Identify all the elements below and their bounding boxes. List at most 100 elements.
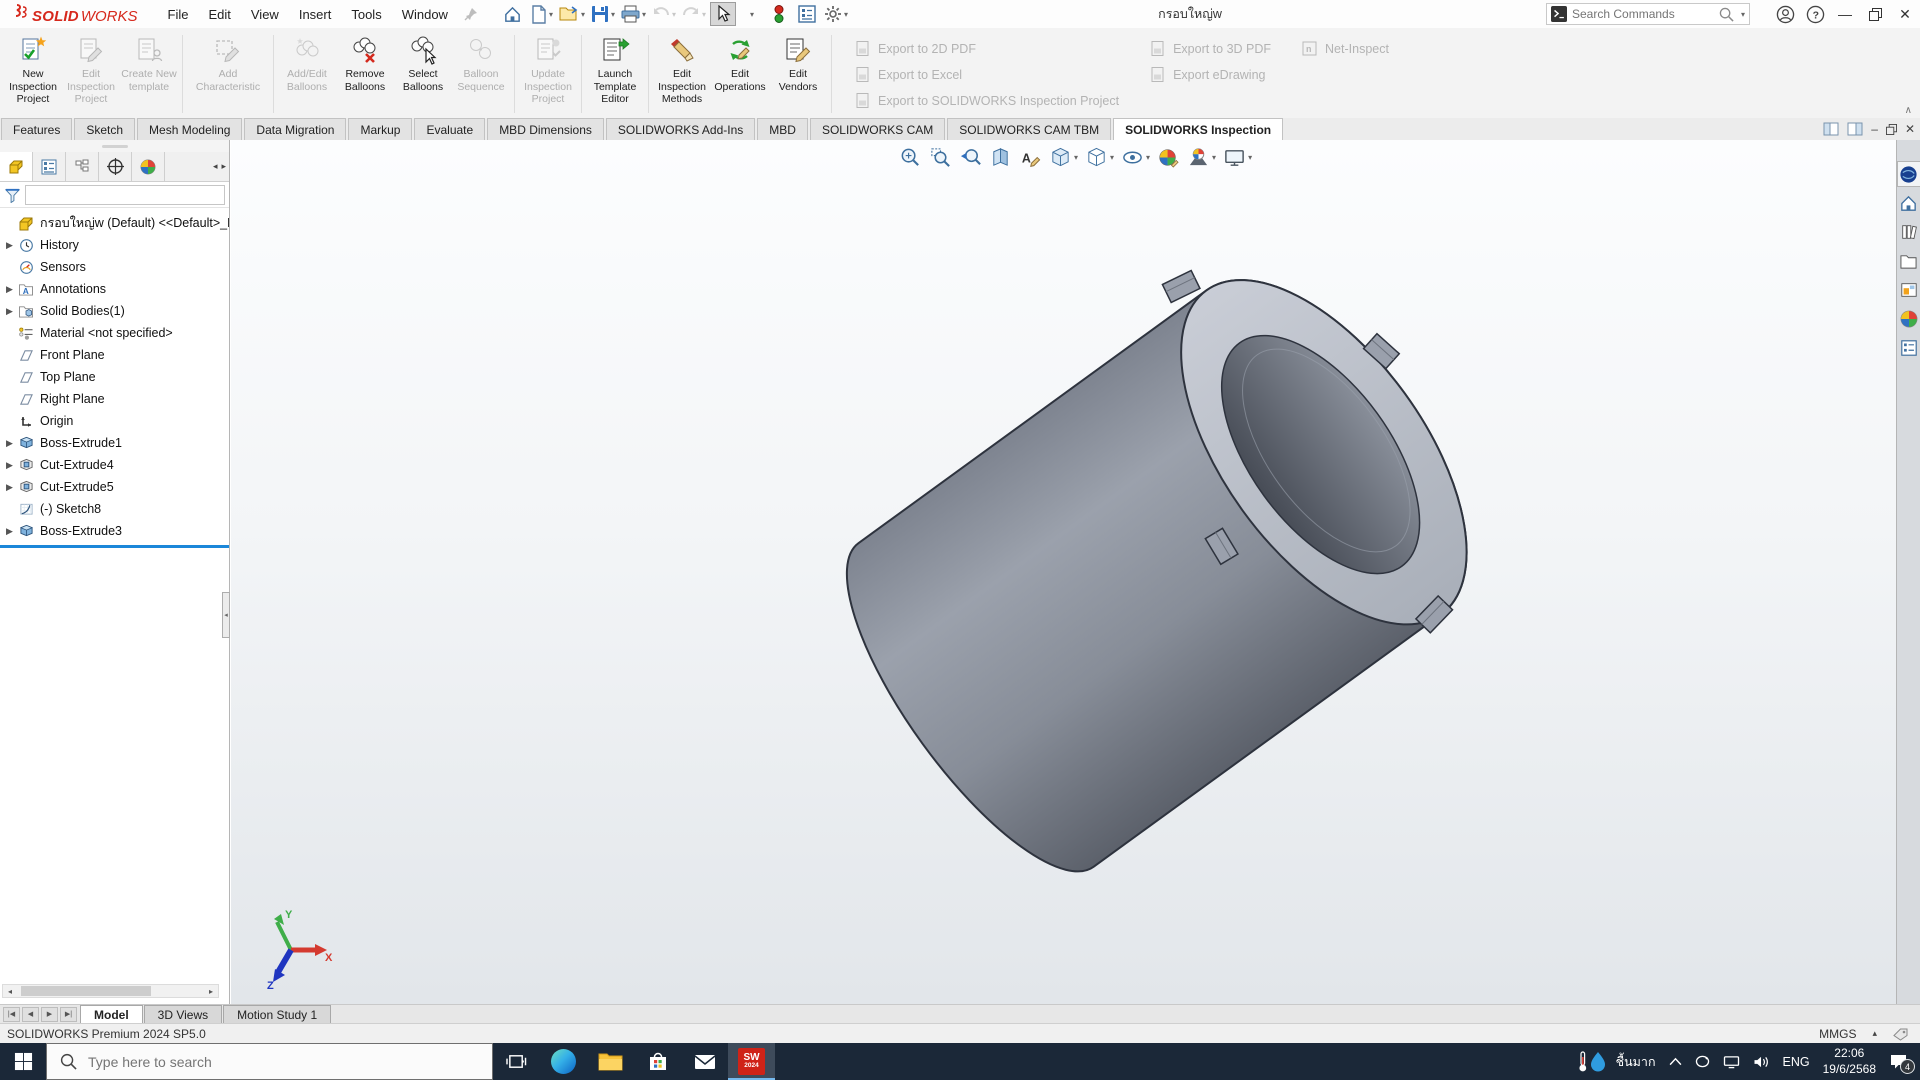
- annotation-views-button[interactable]: A: [1017, 144, 1044, 170]
- add-characteristic-button[interactable]: Add Characteristic: [187, 30, 269, 118]
- doc-minimize-icon[interactable]: –: [1871, 122, 1878, 136]
- pane-left-icon[interactable]: [1823, 122, 1839, 136]
- apply-scene-caret[interactable]: ▾: [1212, 153, 1216, 162]
- expand-arrow-icon[interactable]: ▶: [3, 460, 16, 471]
- solidworks-app-button[interactable]: SW2024: [728, 1043, 775, 1080]
- design-library-button[interactable]: [1898, 220, 1920, 244]
- expand-arrow-icon[interactable]: ▶: [3, 240, 16, 251]
- tree-filter-input[interactable]: [25, 185, 225, 205]
- property-manager-tab[interactable]: [33, 152, 66, 181]
- doc-close-icon[interactable]: ✕: [1905, 122, 1915, 136]
- account-button[interactable]: [1770, 0, 1800, 28]
- traffic-light-icon[interactable]: [766, 2, 792, 26]
- tree-item-origin[interactable]: Origin: [0, 410, 229, 432]
- view-settings-caret[interactable]: ▾: [1248, 153, 1252, 162]
- display-manager-tab[interactable]: [132, 152, 165, 181]
- language-indicator[interactable]: ENG: [1783, 1055, 1810, 1069]
- tree-root-item[interactable]: กรอบใหญ่w (Default) <<Default>_Displ: [0, 212, 229, 234]
- tab-mbd-dimensions[interactable]: MBD Dimensions: [487, 118, 604, 140]
- undo-button[interactable]: ▾: [650, 2, 678, 26]
- hide-show-caret[interactable]: ▾: [1146, 153, 1150, 162]
- panel-splitter-handle[interactable]: ◂: [222, 592, 230, 638]
- search-commands-box[interactable]: ▾: [1546, 3, 1750, 25]
- add-edit-balloons-button[interactable]: Add/Edit Balloons: [278, 30, 336, 118]
- units-caret-icon[interactable]: ▴: [1872, 1028, 1877, 1039]
- pane-right-icon[interactable]: [1847, 122, 1863, 136]
- mail-button[interactable]: [681, 1043, 728, 1080]
- network-icon[interactable]: [1723, 1055, 1740, 1069]
- view-settings-button[interactable]: ▾: [1221, 144, 1254, 170]
- tab-sketch[interactable]: Sketch: [74, 118, 135, 140]
- export-solidworks-inspection-project-button[interactable]: Export to SOLIDWORKS Inspection Project: [854, 92, 1119, 109]
- display-style-caret[interactable]: ▾: [1110, 153, 1114, 162]
- tab-model[interactable]: Model: [80, 1005, 143, 1023]
- select-balloons-button[interactable]: Select Balloons: [394, 30, 452, 118]
- units-selector[interactable]: MMGS: [1819, 1027, 1856, 1041]
- edit-vendors-button[interactable]: Edit Vendors: [769, 30, 827, 118]
- balloon-sequence-button[interactable]: Balloon Sequence: [452, 30, 510, 118]
- expand-arrow-icon[interactable]: ▶: [3, 284, 16, 295]
- scroll-thumb[interactable]: [21, 986, 151, 996]
- remove-balloons-button[interactable]: Remove Balloons: [336, 30, 394, 118]
- apply-scene-button[interactable]: ▾: [1185, 144, 1218, 170]
- search-commands-input[interactable]: [1572, 7, 1714, 21]
- select-dropdown-caret[interactable]: ▾: [738, 2, 764, 26]
- tab-solidworks-cam[interactable]: SOLIDWORKS CAM: [810, 118, 945, 140]
- action-center-button[interactable]: 4: [1889, 1053, 1908, 1070]
- tab-data-migration[interactable]: Data Migration: [244, 118, 346, 140]
- onedrive-icon[interactable]: [1695, 1055, 1710, 1068]
- filter-funnel-icon[interactable]: [4, 187, 21, 203]
- tree-item-sensors[interactable]: Sensors: [0, 256, 229, 278]
- ribbon-collapse-icon[interactable]: ∧: [1905, 105, 1912, 116]
- hide-show-items-button[interactable]: ▾: [1119, 144, 1152, 170]
- redo-dropdown-caret[interactable]: ▾: [702, 10, 706, 19]
- expand-arrow-icon[interactable]: ▶: [3, 438, 16, 449]
- rollback-bar[interactable]: [0, 545, 229, 548]
- microsoft-store-button[interactable]: [634, 1043, 681, 1080]
- export-3d-pdf-button[interactable]: Export to 3D PDF: [1149, 40, 1271, 57]
- part-model-cylinder[interactable]: [231, 140, 1896, 1004]
- help-button[interactable]: ?: [1800, 0, 1830, 28]
- open-document-button[interactable]: ▾: [557, 2, 587, 26]
- display-style-button[interactable]: ▾: [1083, 144, 1116, 170]
- file-explorer-button[interactable]: [1898, 249, 1920, 273]
- menu-window[interactable]: Window: [392, 3, 458, 26]
- taskbar-search-box[interactable]: [46, 1043, 493, 1080]
- tab-markup[interactable]: Markup: [348, 118, 412, 140]
- edge-browser-button[interactable]: [540, 1043, 587, 1080]
- panel-grip[interactable]: [0, 140, 229, 152]
- tree-item-material[interactable]: Material <not specified>: [0, 322, 229, 344]
- edit-inspection-project-button[interactable]: Edit Inspection Project: [62, 30, 120, 118]
- print-dropdown-caret[interactable]: ▾: [642, 10, 646, 19]
- tree-item-solid-bodies[interactable]: ▶ Solid Bodies(1): [0, 300, 229, 322]
- panel-tab-scroll-right-icon[interactable]: ▸: [221, 161, 226, 172]
- zoom-to-fit-button[interactable]: [897, 144, 924, 170]
- task-view-button[interactable]: [493, 1043, 540, 1080]
- custom-properties-button[interactable]: [1898, 336, 1920, 360]
- new-dropdown-caret[interactable]: ▾: [549, 10, 553, 19]
- threedexperience-button[interactable]: [1898, 162, 1920, 186]
- tree-item-front-plane[interactable]: Front Plane: [0, 344, 229, 366]
- new-document-button[interactable]: ▾: [528, 2, 555, 26]
- tray-chevron-icon[interactable]: [1669, 1057, 1682, 1066]
- settings-dropdown-caret[interactable]: ▾: [844, 10, 848, 19]
- export-edrawing-button[interactable]: Export eDrawing: [1149, 66, 1271, 83]
- tag-icon[interactable]: [1893, 1027, 1909, 1041]
- tab-mbd[interactable]: MBD: [757, 118, 808, 140]
- tab-solidworks-inspection[interactable]: SOLIDWORKS Inspection: [1113, 118, 1283, 140]
- tab-3d-views[interactable]: 3D Views: [144, 1005, 222, 1023]
- tree-item-boss-extrude1[interactable]: ▶ Boss-Extrude1: [0, 432, 229, 454]
- menu-file[interactable]: File: [158, 3, 199, 26]
- volume-icon[interactable]: [1753, 1055, 1770, 1069]
- menu-tools[interactable]: Tools: [341, 3, 391, 26]
- save-button[interactable]: ▾: [589, 2, 617, 26]
- home-button[interactable]: [500, 2, 526, 26]
- previous-view-button[interactable]: [957, 144, 984, 170]
- edit-appearance-button[interactable]: [1155, 144, 1182, 170]
- open-dropdown-caret[interactable]: ▾: [581, 10, 585, 19]
- search-dropdown-caret[interactable]: ▾: [1741, 10, 1745, 19]
- net-inspect-button[interactable]: nNet-Inspect: [1301, 40, 1389, 57]
- scroll-right-icon[interactable]: ▸: [204, 985, 218, 997]
- tab-features[interactable]: Features: [1, 118, 72, 140]
- scroll-left-icon[interactable]: ◂: [3, 985, 17, 997]
